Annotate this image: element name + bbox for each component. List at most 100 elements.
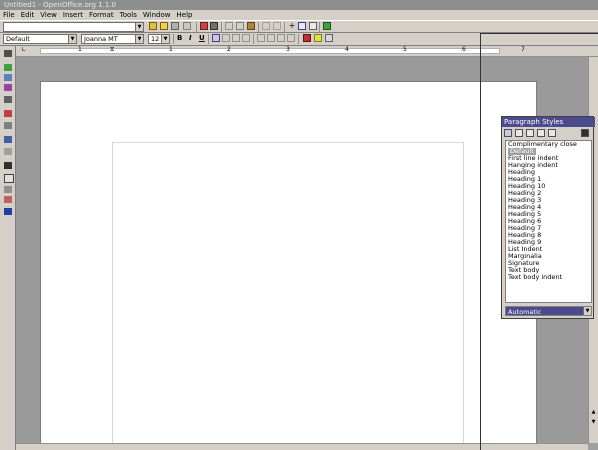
- redo-icon[interactable]: [273, 22, 281, 30]
- autospellcheck-icon[interactable]: [4, 148, 12, 155]
- style-item[interactable]: Text body indent: [506, 274, 591, 281]
- navigator-icon[interactable]: [298, 22, 306, 30]
- separator: [208, 34, 209, 44]
- menu-help[interactable]: Help: [174, 11, 196, 19]
- insert-object-icon[interactable]: [4, 74, 12, 81]
- font-name-value: Joanna MT: [84, 35, 118, 43]
- indent-marker-icon[interactable]: ⧖: [110, 47, 114, 53]
- scroll-up-icon[interactable]: ▲: [590, 409, 597, 416]
- style-filter-select[interactable]: Automatic ▼: [505, 306, 592, 316]
- function-toolbar: ▼ +: [0, 20, 598, 33]
- horizontal-scrollbar[interactable]: [16, 443, 588, 450]
- font-size-select[interactable]: 12 ▼: [148, 34, 170, 44]
- underline-button[interactable]: U: [199, 33, 205, 43]
- paste-icon[interactable]: [247, 22, 255, 30]
- separator: [298, 34, 299, 44]
- menu-format[interactable]: Format: [86, 11, 117, 19]
- splitter-line: [480, 33, 598, 34]
- frame-styles-icon[interactable]: [526, 129, 534, 137]
- scroll-down-icon[interactable]: ▼: [590, 419, 597, 426]
- separator: [284, 22, 285, 32]
- align-center-icon[interactable]: [222, 34, 230, 42]
- open-icon[interactable]: [160, 22, 168, 30]
- decrease-indent-icon[interactable]: [277, 34, 285, 42]
- nonprinting-characters-icon[interactable]: [4, 186, 12, 193]
- font-name-select[interactable]: Joanna MT ▼: [81, 34, 144, 44]
- formatting-toolbar: Default ▼ Joanna MT ▼ 12 ▼ B I U: [0, 33, 598, 46]
- stylist-window[interactable]: Paragraph Styles Complimentary close Def…: [501, 116, 595, 319]
- window-title: Untitled1 - OpenOffice.org 1.1.0: [4, 1, 116, 9]
- url-input[interactable]: ▼: [3, 22, 144, 32]
- hyperlink-icon[interactable]: +: [288, 22, 296, 30]
- paragraph-style-select[interactable]: Default ▼: [3, 34, 77, 44]
- paragraph-style-value: Default: [6, 35, 30, 43]
- chevron-down-icon[interactable]: ▼: [135, 23, 143, 31]
- ruler-number: 5: [403, 46, 407, 53]
- export-pdf-icon[interactable]: [200, 22, 208, 30]
- data-sources-icon[interactable]: [4, 174, 14, 183]
- ruler-number: 1: [78, 46, 82, 53]
- font-size-value: 12: [151, 35, 160, 43]
- numbering-icon[interactable]: [257, 34, 265, 42]
- title-bar: Untitled1 - OpenOffice.org 1.1.0: [0, 0, 598, 10]
- paragraph-styles-icon[interactable]: [504, 129, 512, 137]
- form-icon[interactable]: [4, 96, 12, 103]
- text-boundaries[interactable]: [112, 142, 464, 450]
- online-layout-icon[interactable]: [4, 208, 12, 215]
- menu-window[interactable]: Window: [140, 11, 174, 19]
- character-styles-icon[interactable]: [515, 129, 523, 137]
- chevron-down-icon[interactable]: ▼: [583, 307, 591, 315]
- increase-indent-icon[interactable]: [287, 34, 295, 42]
- spellcheck-icon[interactable]: [4, 136, 12, 143]
- tab-type-icon[interactable]: ∟: [21, 47, 26, 53]
- font-color-icon[interactable]: [303, 34, 311, 42]
- bullets-icon[interactable]: [267, 34, 275, 42]
- edit-file-icon[interactable]: [149, 22, 157, 30]
- stylist-icon[interactable]: [309, 22, 317, 30]
- copy-icon[interactable]: [236, 22, 244, 30]
- direct-cursor-icon[interactable]: [4, 122, 12, 129]
- separator: [319, 22, 320, 32]
- insert-fields-icon[interactable]: [4, 64, 12, 71]
- save-icon[interactable]: [171, 22, 179, 30]
- undo-icon[interactable]: [262, 22, 270, 30]
- separator: [196, 22, 197, 32]
- numbering-styles-icon[interactable]: [548, 129, 556, 137]
- new-style-icon[interactable]: [570, 129, 578, 137]
- separator: [258, 22, 259, 32]
- splitter-line: [480, 33, 481, 450]
- horizontal-ruler[interactable]: ∟ ⧖ 1 1 2 3 4 5 6 7: [16, 46, 598, 57]
- insert-icon[interactable]: [4, 50, 12, 57]
- ruler-number: 4: [345, 46, 349, 53]
- style-list[interactable]: Complimentary close Default First line i…: [505, 140, 592, 303]
- align-right-icon[interactable]: [232, 34, 240, 42]
- bold-button[interactable]: B: [177, 33, 182, 43]
- menu-edit[interactable]: Edit: [18, 11, 38, 19]
- show-draw-functions-icon[interactable]: [4, 84, 12, 91]
- menu-bar: File Edit View Insert Format Tools Window Help: [0, 10, 598, 20]
- separator: [173, 34, 174, 44]
- highlight-icon[interactable]: [314, 34, 322, 42]
- edit-autotext-icon[interactable]: [4, 110, 12, 117]
- cut-icon[interactable]: [225, 22, 233, 30]
- email-icon[interactable]: [183, 22, 191, 30]
- gallery-icon[interactable]: [323, 22, 331, 30]
- fill-format-icon[interactable]: [559, 129, 567, 137]
- stylist-title[interactable]: Paragraph Styles: [502, 117, 595, 127]
- page-styles-icon[interactable]: [537, 129, 545, 137]
- find-replace-icon[interactable]: [4, 162, 12, 169]
- menu-view[interactable]: View: [37, 11, 60, 19]
- background-color-icon[interactable]: [325, 34, 333, 42]
- update-style-icon[interactable]: [581, 129, 589, 137]
- chevron-down-icon[interactable]: ▼: [161, 35, 169, 43]
- graphics-on-off-icon[interactable]: [4, 196, 12, 203]
- chevron-down-icon[interactable]: ▼: [68, 35, 76, 43]
- menu-tools[interactable]: Tools: [117, 11, 140, 19]
- align-left-icon[interactable]: [212, 34, 220, 42]
- print-icon[interactable]: [210, 22, 218, 30]
- menu-file[interactable]: File: [0, 11, 18, 19]
- italic-button[interactable]: I: [189, 33, 192, 43]
- justify-icon[interactable]: [242, 34, 250, 42]
- menu-insert[interactable]: Insert: [60, 11, 86, 19]
- chevron-down-icon[interactable]: ▼: [135, 35, 143, 43]
